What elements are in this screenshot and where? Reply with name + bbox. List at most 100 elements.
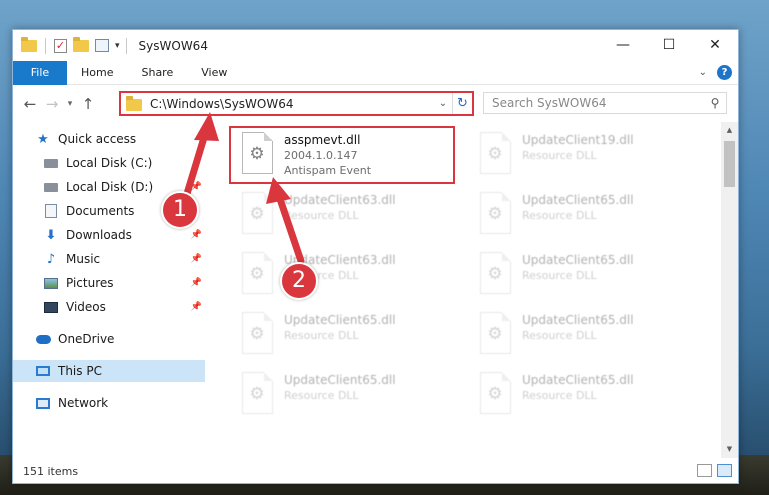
pin-icon[interactable]: 📌 xyxy=(191,302,202,312)
recent-locations-chevron-icon[interactable]: ▾ xyxy=(63,99,77,109)
search-icon[interactable]: ⚲ xyxy=(704,96,726,110)
close-button[interactable]: ✕ xyxy=(692,30,738,60)
file-name: UpdateClient65.dll xyxy=(522,193,634,207)
back-arrow-icon[interactable]: ← xyxy=(19,95,41,113)
file-item[interactable]: ⚙ UpdateClient65.dll Resource DLL xyxy=(470,250,692,302)
scroll-up-icon[interactable]: ▲ xyxy=(721,122,738,139)
vertical-scrollbar[interactable]: ▲ ▼ xyxy=(721,122,738,458)
properties-check-icon[interactable]: ✓ xyxy=(54,38,67,53)
file-name: UpdateClient63.dll xyxy=(284,193,396,207)
file-item[interactable]: ⚙ UpdateClient65.dll Resource DLL xyxy=(232,370,454,422)
address-bar[interactable]: C:\Windows\SysWOW64 ⌄ ↻ xyxy=(119,91,474,116)
dll-file-icon: ⚙ xyxy=(476,192,516,240)
item-count: 151 items xyxy=(23,464,79,478)
sidebar-item-onedrive[interactable]: OneDrive xyxy=(13,328,205,350)
file-name: UpdateClient65.dll xyxy=(522,373,634,387)
file-item[interactable]: ⚙ UpdateClient65.dll Resource DLL xyxy=(470,310,692,362)
sidebar-item-quick-access[interactable]: ★ Quick access xyxy=(13,128,205,150)
large-icons-view-icon[interactable] xyxy=(717,464,732,477)
address-path[interactable]: C:\Windows\SysWOW64 xyxy=(150,97,434,111)
up-arrow-icon[interactable]: ↑ xyxy=(77,95,99,113)
dll-file-icon: ⚙ xyxy=(476,252,516,300)
download-icon: ⬇ xyxy=(45,227,57,243)
file-item[interactable]: ⚙ UpdateClient19.dll Resource DLL xyxy=(470,130,692,182)
window-title: SysWOW64 xyxy=(138,38,208,53)
file-description: Resource DLL xyxy=(284,329,359,342)
new-folder-icon[interactable] xyxy=(73,36,89,52)
file-name: UpdateClient65.dll xyxy=(284,373,396,387)
file-description: Resource DLL xyxy=(522,149,597,162)
search-input[interactable] xyxy=(492,96,704,110)
address-dropdown-chevron-icon[interactable]: ⌄ xyxy=(434,98,452,109)
dll-file-icon: ⚙ xyxy=(238,372,278,420)
callout-badge-one: 1 xyxy=(161,191,199,229)
file-item[interactable]: ⚙ UpdateClient65.dll Resource DLL xyxy=(470,370,692,422)
music-icon: ♪ xyxy=(46,251,56,267)
quick-access-toolbar: ✓ ▾ xyxy=(13,36,120,54)
customize-toolbar-chevron-icon[interactable]: ▾ xyxy=(115,41,120,51)
window-controls: — ☐ ✕ xyxy=(600,30,738,60)
sidebar-item-label: This PC xyxy=(58,364,102,378)
pin-icon[interactable]: 📌 xyxy=(191,254,202,264)
tab-share[interactable]: Share xyxy=(127,61,187,85)
file-description: Resource DLL xyxy=(284,209,359,222)
sidebar-item-label: Local Disk (C:) xyxy=(66,156,153,170)
dll-file-icon: ⚙ xyxy=(476,372,516,420)
details-view-icon[interactable] xyxy=(697,464,712,477)
sidebar-item-local-disk-c[interactable]: Local Disk (C:) xyxy=(13,152,205,174)
sidebar-item-label: Documents xyxy=(66,204,135,218)
file-item[interactable]: ⚙ UpdateClient63.dll Resource DLL xyxy=(232,250,454,302)
properties-icon[interactable] xyxy=(95,39,109,52)
drive-icon xyxy=(43,179,59,195)
expand-ribbon-chevron-icon[interactable]: ⌄ xyxy=(699,67,707,78)
pin-icon[interactable]: 📌 xyxy=(191,182,202,192)
help-icon[interactable]: ? xyxy=(717,65,732,80)
sidebar-item-videos[interactable]: Videos 📌 xyxy=(13,296,205,318)
file-name: UpdateClient65.dll xyxy=(522,313,634,327)
pictures-icon xyxy=(43,275,59,291)
file-name: UpdateClient65.dll xyxy=(284,313,396,327)
drive-icon xyxy=(43,155,59,171)
pin-icon[interactable]: 📌 xyxy=(191,278,202,288)
explorer-window: ✓ ▾ SysWOW64 — ☐ ✕ File Home Share View … xyxy=(12,29,739,484)
view-toggle xyxy=(697,464,732,477)
tab-view[interactable]: View xyxy=(187,61,241,85)
file-item[interactable]: ⚙ UpdateClient65.dll Resource DLL xyxy=(232,310,454,362)
onedrive-icon xyxy=(35,331,51,347)
tab-home[interactable]: Home xyxy=(67,61,127,85)
toolbar-divider xyxy=(45,37,46,54)
sidebar-item-network[interactable]: Network xyxy=(13,392,205,414)
search-box[interactable]: ⚲ xyxy=(483,92,727,114)
title-bar: ✓ ▾ SysWOW64 — ☐ ✕ xyxy=(13,30,738,61)
refresh-icon[interactable]: ↻ xyxy=(452,93,472,114)
maximize-button[interactable]: ☐ xyxy=(646,30,692,60)
file-description: Resource DLL xyxy=(522,269,597,282)
file-description: Resource DLL xyxy=(284,389,359,402)
tab-file[interactable]: File xyxy=(13,60,67,85)
sidebar-item-pictures[interactable]: Pictures 📌 xyxy=(13,272,205,294)
dll-file-icon: ⚙ xyxy=(476,312,516,360)
sidebar-item-label: Videos xyxy=(66,300,106,314)
sidebar-item-label: Local Disk (D:) xyxy=(66,180,154,194)
pin-icon[interactable]: 📌 xyxy=(191,230,202,240)
status-bar: 151 items xyxy=(13,458,738,484)
scrollbar-thumb[interactable] xyxy=(724,141,735,187)
sidebar-item-music[interactable]: ♪ Music 📌 xyxy=(13,248,205,270)
pc-icon xyxy=(35,363,51,379)
forward-arrow-icon[interactable]: → xyxy=(41,95,63,113)
file-name: UpdateClient19.dll xyxy=(522,133,634,147)
file-item[interactable]: ⚙ UpdateClient65.dll Resource DLL xyxy=(470,190,692,242)
file-description: Resource DLL xyxy=(522,389,597,402)
sidebar-item-this-pc[interactable]: This PC xyxy=(13,360,205,382)
sidebar-item-label: Quick access xyxy=(58,132,137,146)
navigation-pane: ★ Quick access Local Disk (C:) Local Dis… xyxy=(13,122,205,458)
file-item[interactable]: ⚙ UpdateClient63.dll Resource DLL xyxy=(232,190,454,242)
scroll-down-icon[interactable]: ▼ xyxy=(721,441,738,458)
ribbon-controls: ⌄ ? xyxy=(699,65,732,80)
file-description: Resource DLL xyxy=(522,329,597,342)
dll-file-icon: ⚙ xyxy=(238,312,278,360)
minimize-button[interactable]: — xyxy=(600,30,646,60)
sidebar-item-label: OneDrive xyxy=(58,332,115,346)
sidebar-item-label: Downloads xyxy=(66,228,132,242)
folder-icon[interactable] xyxy=(21,36,37,52)
